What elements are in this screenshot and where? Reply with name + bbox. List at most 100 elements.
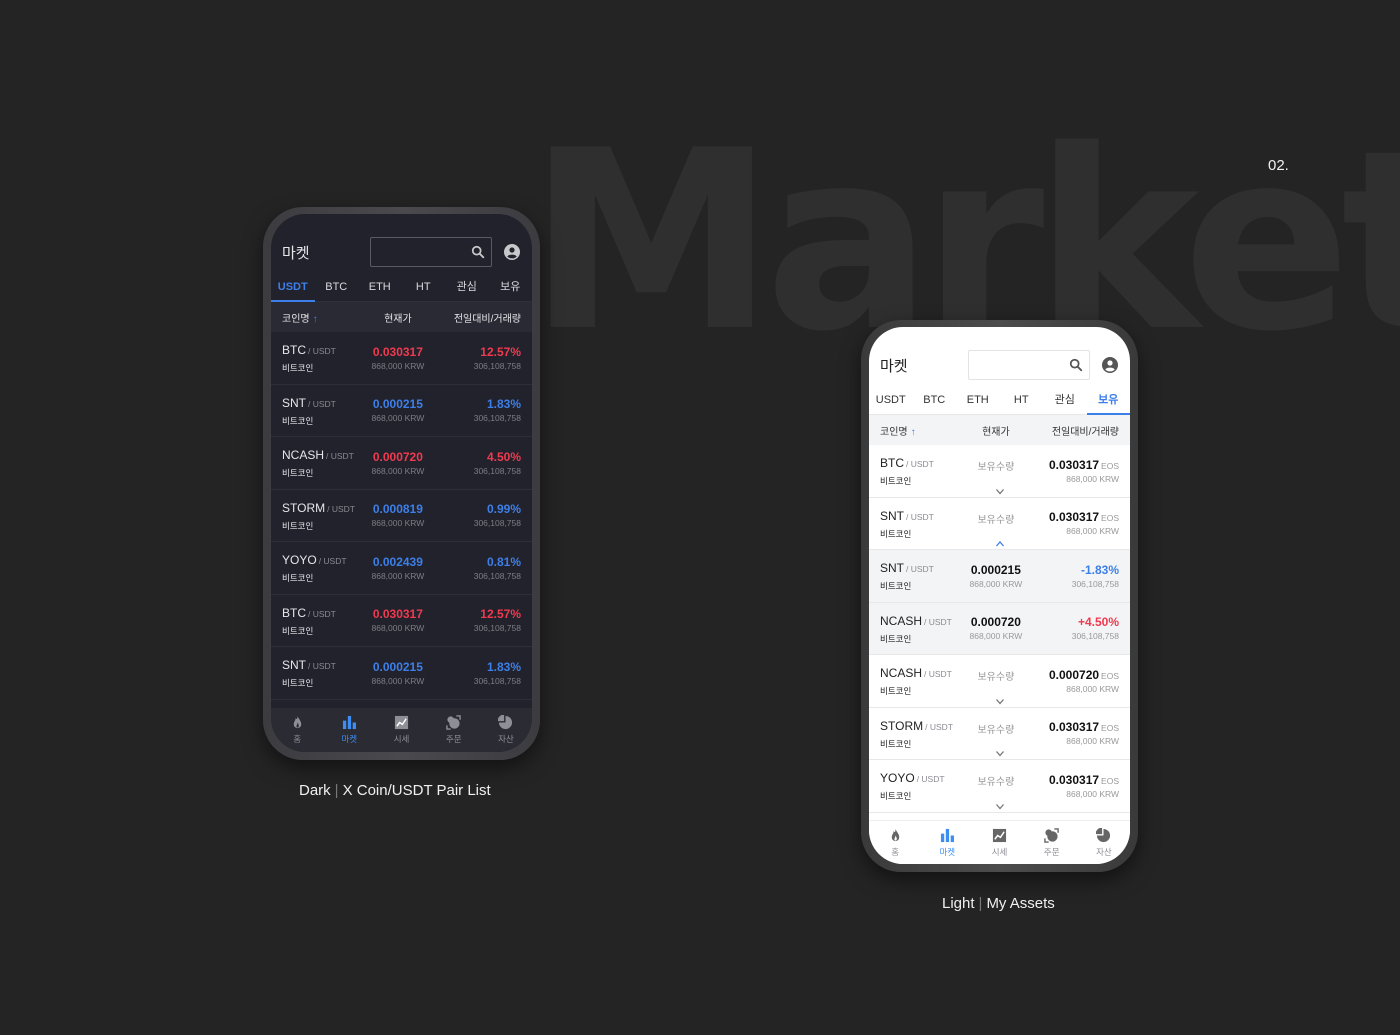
holding-unit: EOS [1101,670,1119,681]
current-price: 0.030317 [372,344,423,359]
coin-symbol: SNT [282,658,306,673]
search-icon[interactable] [471,245,485,259]
light-screen: 마켓 USDT BTC ETH HT 관심 보유 코인명 ↑ 현재가 전일대비/거래량 BT… [869,327,1130,864]
current-price: 0.000819 [372,502,423,517]
quote-currency: / USDT [308,608,336,619]
holding-row[interactable]: NCASH / USDT 비트코인 보유수량 0.000720 EOS 868,000 … [869,655,1130,708]
current-price: 0.000215 [372,659,423,674]
change-percent: +4.50% [1077,615,1119,630]
tab-usdt[interactable]: USDT [271,274,315,302]
nav-item-pie-chart[interactable]: 자산 [1078,827,1130,858]
tab-보유[interactable]: 보유 [489,274,533,302]
tab-관심[interactable]: 관심 [445,274,489,302]
sort-up-icon[interactable]: ↑ [313,314,318,325]
holding-row[interactable]: YOYO / USDT 비트코인 보유수량 0.030317 EOS 868,000 K… [869,760,1130,813]
pair-row[interactable]: NCASH / USDT 비트코인 0.000720 868,000 KRW +4.5… [869,602,1130,655]
col-coin-name[interactable]: 코인명 ↑ [880,423,960,438]
coin-name-cell: STORM / USDT 비트코인 [880,717,960,750]
assets-list: BTC / USDT 비트코인 보유수량 0.030317 EOS 868,000 KR… [869,445,1130,820]
pair-row[interactable]: YOYO / USDT 비트코인 0.002439 868,000 KRW 0.81%… [271,542,532,595]
nav-item-bar-chart[interactable]: 마켓 [323,715,375,745]
holding-label: 보유수량 [977,672,1015,683]
change-cell: 1.83% 306,108,758 [434,397,521,423]
tab-usdt[interactable]: USDT [869,387,913,415]
order-icon [1044,827,1059,846]
search-input[interactable] [968,350,1090,380]
holding-row[interactable]: SNT / USDT 비트코인 보유수량 0.030317 EOS 868,000 KR… [869,498,1130,550]
coin-korean-name: 비트코인 [880,476,912,487]
pair-row[interactable]: STORM / USDT 비트코인 0.000819 868,000 KRW 0.99… [271,490,532,542]
tab-ht[interactable]: HT [402,274,446,302]
nav-item-order[interactable]: 주문 [1026,827,1078,858]
nav-label: 마켓 [341,734,358,744]
bottom-nav: 홈 마켓 시세 주문 자산 [271,708,532,752]
coin-korean-name: 비트코인 [282,415,314,426]
coin-symbol: BTC [880,456,904,471]
chevron-up-icon[interactable] [995,540,1004,547]
quote-currency: / USDT [308,346,336,357]
search-icon[interactable] [1069,358,1083,372]
tab-ht[interactable]: HT [1000,387,1044,415]
pair-list: BTC / USDT 비트코인 0.030317 868,000 KRW 12.57%… [271,332,532,708]
chevron-down-icon[interactable] [995,698,1004,705]
tab-btc[interactable]: BTC [913,387,957,415]
current-price: 0.002439 [372,554,423,569]
holding-label: 보유수량 [977,514,1015,526]
tab-eth[interactable]: ETH [956,387,1000,415]
pair-row[interactable]: BTC / USDT 비트코인 0.030317 868,000 KRW 12.57%… [271,332,532,385]
change-percent: 1.83% [486,659,521,674]
nav-item-order[interactable]: 주문 [428,715,480,745]
trend-chart-icon [394,715,409,733]
tab-btc[interactable]: BTC [315,274,359,302]
holding-row[interactable]: STORM / USDT 비트코인 보유수량 0.030317 EOS 868,000 … [869,708,1130,760]
price-cell: 0.000215 868,000 KRW [362,397,434,423]
col-coin-name[interactable]: 코인명 ↑ [282,310,362,325]
nav-item-pie-chart[interactable]: 자산 [480,714,532,745]
pair-row[interactable]: SNT / USDT 비트코인 0.000215 868,000 KRW -1.83%… [869,550,1130,603]
col-price[interactable]: 현재가 [362,310,434,325]
krw-price: 868,000 KRW [969,578,1023,589]
pair-row[interactable]: BTC / USDT 비트코인 0.030317 868,000 KRW 12.57%… [271,595,532,647]
nav-item-trend-chart[interactable]: 시세 [375,715,427,745]
nav-item-trend-chart[interactable]: 시세 [973,828,1025,858]
nav-item-bar-chart[interactable]: 마켓 [921,828,973,858]
holding-label-cell: 보유수량 [960,708,1032,738]
sort-up-icon[interactable]: ↑ [911,427,916,438]
nav-item-fire[interactable]: 홈 [869,828,921,858]
holding-label-cell: 보유수량 [960,655,1032,685]
chevron-down-icon[interactable] [995,750,1004,757]
change-percent: 12.57% [480,344,521,359]
coin-korean-name: 비트코인 [880,686,912,697]
col-change-volume[interactable]: 전일대비/거래량 [1032,423,1119,438]
tab-eth[interactable]: ETH [358,274,402,302]
nav-item-fire[interactable]: 홈 [271,715,323,745]
coin-name-cell: YOYO / USDT 비트코인 [282,551,362,584]
coin-symbol: NCASH [880,666,923,681]
col-change-volume[interactable]: 전일대비/거래량 [434,310,521,325]
pair-row[interactable]: NCASH / USDT 비트코인 0.000720 868,000 KRW 4.50… [271,437,532,490]
tab-관심[interactable]: 관심 [1043,387,1087,415]
quote-currency: / USDT [924,616,952,627]
chevron-down-icon[interactable] [995,803,1004,810]
bar-chart-icon [342,715,357,733]
krw-value: 868,000 KRW [1066,683,1119,694]
holding-amount-cell: 0.030317 EOS 868,000 KRW [1032,510,1119,536]
coin-symbol: NCASH [282,448,325,463]
chevron-down-icon[interactable] [995,488,1004,495]
coin-symbol: NCASH [880,613,923,628]
page-title: 마켓 [282,244,310,262]
tab-보유[interactable]: 보유 [1086,387,1130,415]
holding-row[interactable]: BTC / USDT 비트코인 보유수량 0.030317 EOS 868,000 KR… [869,445,1130,498]
pair-row[interactable]: SNT / USDT 비트코인 0.000215 868,000 KRW 1.83% 3… [271,647,532,700]
coin-korean-name: 비트코인 [282,363,314,374]
coin-symbol: YOYO [880,771,915,786]
profile-icon[interactable] [504,244,520,260]
col-price[interactable]: 현재가 [960,423,1032,438]
light-caption: Light | My Assets [942,895,1055,912]
search-input[interactable] [370,237,492,267]
change-percent: 4.50% [486,449,521,464]
change-cell: -1.83% 306,108,758 [1032,563,1119,589]
bar-chart-icon [940,828,955,846]
profile-icon[interactable] [1102,357,1118,373]
pair-row[interactable]: SNT / USDT 비트코인 0.000215 868,000 KRW 1.83% 3… [271,385,532,437]
